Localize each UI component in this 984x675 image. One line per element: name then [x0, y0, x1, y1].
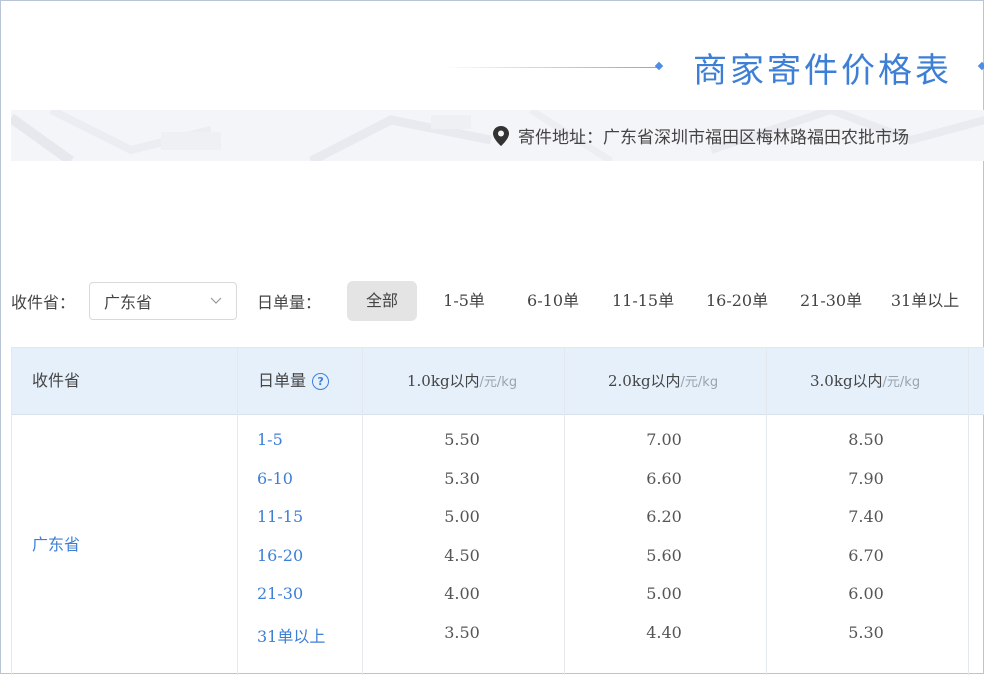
province-filter-label: 收件省： — [11, 293, 76, 312]
chip-all[interactable]: 全部 — [347, 281, 418, 321]
address-label: 寄件地址： — [518, 128, 603, 148]
daily-volume-label: 日单量： — [257, 293, 322, 312]
daily-range-cell: 1-5 — [257, 430, 283, 449]
chip-6-10[interactable]: 6-10单 — [511, 281, 595, 321]
chip-16-20[interactable]: 16-20单 — [691, 281, 783, 321]
chevron-down-icon — [210, 297, 222, 304]
price-cell: 5.50 — [444, 430, 480, 449]
chip-1-5[interactable]: 1-5单 — [425, 281, 503, 321]
daily-range-cell: 6-10 — [257, 469, 293, 488]
title-decor-diamond-left — [654, 61, 664, 71]
price-cell: 6.70 — [848, 546, 884, 565]
price-cell: 4.00 — [444, 584, 480, 603]
title-decor-line — [441, 67, 659, 68]
th-w2-label: 2.0kg以内 — [608, 372, 681, 390]
price-cell: 5.30 — [444, 469, 480, 488]
th-w3-unit: /元/kg — [882, 375, 921, 390]
th-daily-label: 日单量 — [258, 371, 307, 390]
price-cell: 5.00 — [646, 584, 682, 603]
daily-range-cell: 31单以上 — [257, 627, 326, 646]
th-w1-label: 1.0kg以内 — [407, 372, 480, 390]
price-cell: 4.40 — [646, 623, 682, 642]
daily-range-cell: 16-20 — [257, 546, 304, 565]
price-cell: 7.40 — [848, 507, 884, 526]
th-w2-unit: /元/kg — [680, 375, 719, 390]
col-divider — [237, 348, 238, 675]
location-pin-icon — [493, 125, 509, 146]
address-value: 广东省深圳市福田区梅林路福田农批市场 — [603, 128, 909, 148]
th-province: 收件省 — [32, 371, 81, 390]
th-daily-volume: 日单量? — [258, 348, 330, 414]
col-divider — [564, 348, 565, 675]
price-cell: 3.50 — [444, 623, 480, 642]
sender-address: 寄件地址： 广东省深圳市福田区梅林路福田农批市场 — [493, 123, 909, 148]
chip-21-30[interactable]: 21-30单 — [785, 281, 877, 321]
col-divider — [766, 348, 767, 675]
price-cell: 5.30 — [848, 623, 884, 642]
filter-row: 收件省： 广东省 日单量： 全部 1-5单 6-10单 11-15单 16-20… — [11, 281, 971, 321]
th-w3-label: 3.0kg以内 — [810, 372, 883, 390]
price-cell: 7.90 — [848, 469, 884, 488]
price-cell: 5.00 — [444, 507, 480, 526]
province-select-value: 广东省 — [104, 293, 153, 312]
title-decor-diamond-right — [977, 61, 984, 71]
col-divider — [362, 348, 363, 675]
price-table: 收件省 日单量? 1.0kg以内/元/kg 2.0kg以内/元/kg 3.0kg… — [11, 347, 984, 675]
table-header: 收件省 日单量? 1.0kg以内/元/kg 2.0kg以内/元/kg 3.0kg… — [12, 348, 984, 415]
price-cell: 6.00 — [848, 584, 884, 603]
price-cell: 7.00 — [646, 430, 682, 449]
th-weight-2kg: 2.0kg以内/元/kg — [608, 348, 718, 414]
price-cell: 6.20 — [646, 507, 682, 526]
price-cell: 6.60 — [646, 469, 682, 488]
daily-range-cell: 21-30 — [257, 584, 304, 603]
chip-31-plus[interactable]: 31单以上 — [879, 281, 971, 321]
chip-11-15[interactable]: 11-15单 — [597, 281, 689, 321]
th-w1-unit: /元/kg — [479, 375, 518, 390]
price-cell: 4.50 — [444, 546, 480, 565]
province-cell: 广东省 — [32, 535, 81, 554]
daily-range-cell: 11-15 — [257, 507, 304, 526]
col-divider — [968, 348, 969, 675]
th-weight-3kg: 3.0kg以内/元/kg — [810, 348, 920, 414]
title-area: 商家寄件价格表 — [1, 1, 984, 111]
province-select[interactable]: 广东省 — [89, 282, 238, 320]
help-icon[interactable]: ? — [312, 373, 330, 390]
page-title: 商家寄件价格表 — [693, 51, 952, 91]
price-cell: 5.60 — [646, 546, 682, 565]
th-weight-1kg: 1.0kg以内/元/kg — [407, 348, 517, 414]
price-cell: 8.50 — [848, 430, 884, 449]
